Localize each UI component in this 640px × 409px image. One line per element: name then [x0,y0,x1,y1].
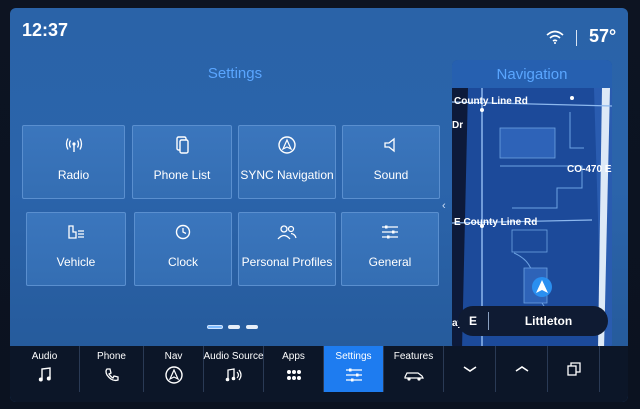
tile-label: Sound [373,168,409,182]
sync-screen: 12:37 57° Settings Radio Phone List SYNC… [10,8,628,402]
clock-icon [175,221,191,243]
tile-label: Radio [57,168,90,182]
tile-phone-list[interactable]: Phone List [132,125,232,199]
tile-personal-profiles[interactable]: Personal Profiles [238,212,336,286]
tile-label: General [368,255,412,269]
music-note-icon [38,366,52,384]
tab-nav[interactable]: Nav [144,346,204,392]
chevron-up-icon [515,366,528,372]
tab-apps[interactable]: Apps [264,346,324,392]
vehicle-icon [66,221,86,243]
tile-label: Vehicle [56,255,96,269]
status-divider [576,30,577,46]
map-road-label: Dr [452,120,464,131]
tab-settings[interactable]: Settings [324,346,384,392]
tile-label: Personal Profiles [241,255,333,269]
tile-sync-navigation[interactable]: SYNC Navigation [238,125,336,199]
navigation-panel[interactable]: Navigation County Line Rd Dr CO-470 Ex E… [452,60,612,350]
heading-direction: E [468,314,477,328]
map-road-label: E County Line Rd [454,217,538,228]
tile-radio[interactable]: Radio [22,125,125,199]
tab-label: Features [393,351,434,362]
tab-label: Settings [335,351,372,362]
phone-icon [104,366,120,384]
panel-collapse-icon[interactable]: ‹ [442,200,446,212]
chevron-down-button[interactable] [444,346,496,392]
page-indicator-active[interactable] [207,325,223,329]
page-indicator[interactable] [246,325,258,329]
tile-vehicle[interactable]: Vehicle [26,212,126,286]
settings-title: Settings [207,65,263,82]
map-road-label: CO-470 Ex [567,164,612,175]
bottom-navigation-bar: Audio Phone Nav Audio Source Apps Settin… [10,346,628,402]
sliders-icon [381,221,399,243]
navigation-arrow-icon [164,366,183,384]
tile-sound[interactable]: Sound [342,125,440,199]
chevron-up-button[interactable] [496,346,548,392]
page-indicator[interactable] [228,325,240,329]
navigation-title: Navigation [496,66,568,83]
chevron-down-icon [463,366,476,372]
current-street-bar: E Littleton [458,306,608,336]
speaker-icon [383,134,399,156]
tab-label: Audio Source [203,351,264,362]
current-street-name: Littleton [524,314,573,328]
audio-source-icon [225,366,243,384]
tile-general[interactable]: General [341,212,439,286]
tile-label: Clock [167,255,198,269]
tab-features[interactable]: Features [384,346,444,392]
sliders-icon [345,366,363,384]
tile-label: Phone List [153,168,211,182]
phone-list-icon [174,134,190,156]
navigation-arrow-icon [278,134,296,156]
tab-label: Nav [164,351,183,362]
windows-icon [566,362,581,376]
multitask-button[interactable] [548,346,600,392]
apps-grid-icon [286,366,302,384]
profiles-icon [277,221,297,243]
tab-label: Phone [97,351,126,362]
outside-temperature: 57° [589,26,617,46]
tab-label: Audio [31,351,58,362]
tile-label: SYNC Navigation [240,168,334,182]
radio-icon [65,134,83,156]
status-bar: 12:37 57° [10,8,628,56]
tab-label: Apps [282,351,305,362]
map-road-label: County Line Rd [454,96,528,107]
wifi-icon [546,30,564,44]
tile-clock[interactable]: Clock [134,212,232,286]
tab-audio-source[interactable]: Audio Source [203,346,264,392]
car-features-icon [403,366,424,384]
tab-audio[interactable]: Audio [10,346,80,392]
status-clock: 12:37 [22,20,69,40]
tab-phone[interactable]: Phone [80,346,144,392]
